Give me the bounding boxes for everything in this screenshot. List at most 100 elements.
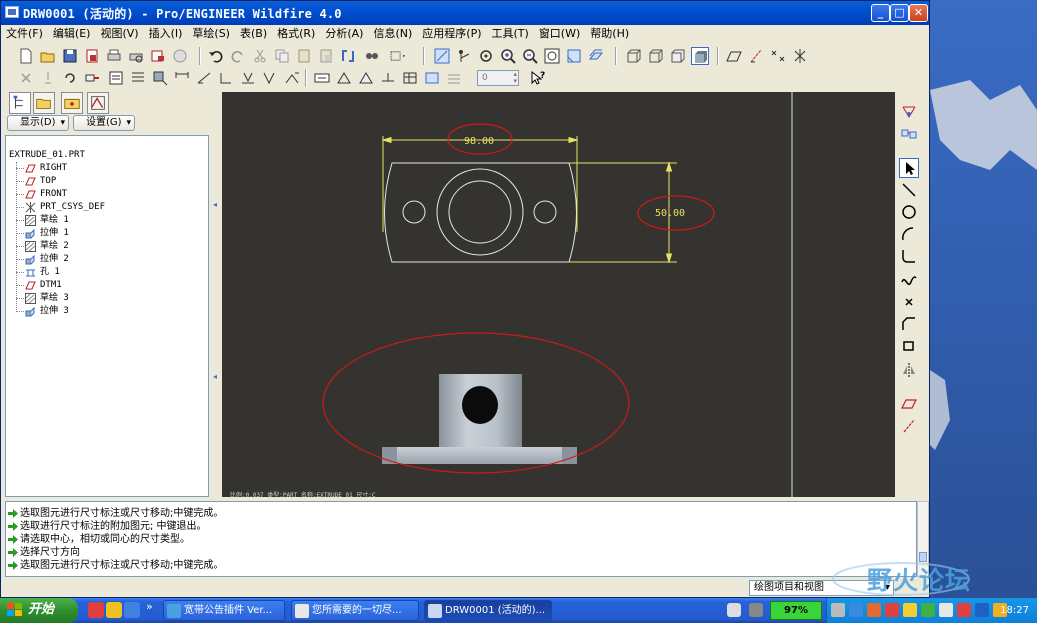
tray-security-icon[interactable] bbox=[885, 603, 899, 617]
quicklaunch-more-icon[interactable]: » bbox=[146, 600, 153, 613]
datum-symbol-icon[interactable] bbox=[335, 69, 353, 87]
task-browser[interactable]: 您所需要的一切尽... bbox=[291, 600, 419, 621]
panel-splitter[interactable]: ◂ ◂ bbox=[210, 92, 222, 497]
save-icon[interactable] bbox=[61, 47, 79, 65]
close-button[interactable]: ✕ bbox=[909, 4, 928, 22]
chamfer-tool-icon[interactable] bbox=[899, 314, 919, 334]
note-icon[interactable] bbox=[239, 69, 257, 87]
hidden-line-icon[interactable] bbox=[647, 47, 665, 65]
ref-dim-icon[interactable] bbox=[195, 69, 213, 87]
tray-app-icon[interactable] bbox=[867, 603, 881, 617]
dim-width-text[interactable]: 98.00 bbox=[464, 136, 494, 147]
menu-tools[interactable]: 工具(T) bbox=[487, 25, 534, 42]
battery-indicator[interactable]: 97% bbox=[770, 601, 822, 620]
title-bar[interactable]: DRW0001 (活动的) - Pro/ENGINEER Wildfire 4.… bbox=[1, 1, 929, 25]
saved-views-icon[interactable] bbox=[587, 47, 605, 65]
graphics-window[interactable]: 98.00 50.00 比例:0.037 类型:PART 名称:EXTRUDE_… bbox=[222, 92, 895, 499]
regenerate-icon[interactable] bbox=[339, 47, 357, 65]
point-tool-icon[interactable] bbox=[899, 292, 919, 312]
tab-favorites[interactable] bbox=[61, 92, 83, 114]
tray-network-icon[interactable] bbox=[831, 603, 845, 617]
save-copy-icon[interactable] bbox=[83, 47, 101, 65]
keyboard-icon[interactable] bbox=[727, 603, 741, 617]
tray-bluetooth-icon[interactable] bbox=[975, 603, 989, 617]
table-icon[interactable] bbox=[129, 69, 147, 87]
orient-mode-icon[interactable] bbox=[477, 47, 495, 65]
menu-edit[interactable]: 编辑(E) bbox=[48, 25, 96, 42]
selection-box-icon[interactable] bbox=[389, 47, 415, 65]
send-link-icon[interactable] bbox=[171, 47, 189, 65]
shading-icon[interactable] bbox=[691, 47, 709, 65]
tab-folder-browser[interactable] bbox=[33, 92, 55, 114]
datum-axes-icon[interactable] bbox=[747, 47, 765, 65]
print-icon[interactable] bbox=[105, 47, 123, 65]
view-icon[interactable] bbox=[151, 69, 169, 87]
find-icon[interactable] bbox=[363, 47, 381, 65]
paste-special-icon[interactable] bbox=[317, 47, 335, 65]
menu-format[interactable]: 格式(R) bbox=[272, 25, 320, 42]
quicklaunch-player-icon[interactable] bbox=[106, 602, 122, 618]
clock[interactable]: 18:27 bbox=[1000, 598, 1029, 623]
drawing-canvas[interactable]: 98.00 50.00 bbox=[222, 92, 895, 497]
menu-file[interactable]: 文件(F) bbox=[1, 25, 48, 42]
open-folder-icon[interactable] bbox=[39, 47, 57, 65]
select-arrow-icon[interactable] bbox=[899, 158, 919, 178]
menu-insert[interactable]: 插入(I) bbox=[144, 25, 188, 42]
mirror-tool-icon[interactable] bbox=[899, 360, 919, 380]
start-button[interactable]: 开始 bbox=[0, 598, 78, 623]
spline-tool-icon[interactable] bbox=[899, 270, 919, 290]
draft-axis-icon[interactable] bbox=[899, 416, 919, 436]
tray-im-icon[interactable] bbox=[939, 603, 953, 617]
send-mail-icon[interactable] bbox=[149, 47, 167, 65]
show-annotations-icon[interactable] bbox=[107, 69, 125, 87]
geom-tolerance-icon[interactable] bbox=[313, 69, 331, 87]
tray-update-icon[interactable] bbox=[921, 603, 935, 617]
collapse-arrow-icon[interactable]: ◂ bbox=[213, 372, 219, 382]
new-file-icon[interactable] bbox=[17, 47, 35, 65]
minimize-button[interactable]: _ bbox=[871, 4, 890, 22]
update-icon[interactable] bbox=[61, 69, 79, 87]
tab-model-tree[interactable] bbox=[9, 92, 31, 114]
paste-icon[interactable] bbox=[295, 47, 313, 65]
menu-table[interactable]: 表(B) bbox=[235, 25, 272, 42]
cross-section-icon[interactable] bbox=[423, 69, 441, 87]
collapse-arrow-icon[interactable]: ◂ bbox=[213, 200, 219, 210]
spinner-arrows-icon[interactable]: ▴ ▾ bbox=[513, 71, 517, 85]
draft-plane-icon[interactable] bbox=[899, 394, 919, 414]
maximize-button[interactable]: □ bbox=[890, 4, 909, 22]
task-broadband-plugin[interactable]: 宽带公告插件 Ver... bbox=[163, 600, 285, 621]
menu-analysis[interactable]: 分析(A) bbox=[320, 25, 368, 42]
line-tool-icon[interactable] bbox=[899, 180, 919, 200]
fillet-tool-icon[interactable] bbox=[899, 246, 919, 266]
task-proe[interactable]: DRW0001 (活动的)... bbox=[424, 600, 552, 621]
datum-planes-icon[interactable] bbox=[725, 47, 743, 65]
zoom-out-icon[interactable] bbox=[521, 47, 539, 65]
context-help-icon[interactable]: ? bbox=[529, 69, 547, 87]
cut-icon[interactable] bbox=[251, 47, 269, 65]
menu-applications[interactable]: 应用程序(P) bbox=[417, 25, 486, 42]
intent-manager-icon[interactable] bbox=[899, 124, 919, 144]
delete-x-icon[interactable] bbox=[17, 69, 35, 87]
dimension-new-icon[interactable] bbox=[173, 69, 191, 87]
tree-root[interactable]: EXTRUDE_01.PRT bbox=[9, 150, 85, 160]
surface-finish-icon[interactable] bbox=[283, 69, 301, 87]
menu-window[interactable]: 窗口(W) bbox=[534, 25, 585, 42]
print-preview-icon[interactable] bbox=[127, 47, 145, 65]
quicklaunch-browser-icon[interactable] bbox=[124, 602, 140, 618]
repaint-icon[interactable] bbox=[433, 47, 451, 65]
balloon-icon[interactable] bbox=[261, 69, 279, 87]
tray-volume-icon[interactable] bbox=[849, 603, 863, 617]
snap-icon[interactable] bbox=[899, 102, 919, 122]
datum-points-icon[interactable] bbox=[769, 47, 787, 65]
coord-sys-icon[interactable] bbox=[791, 47, 809, 65]
menu-info[interactable]: 信息(N) bbox=[368, 25, 417, 42]
tray-antivirus-icon[interactable] bbox=[957, 603, 971, 617]
erase-icon[interactable] bbox=[39, 69, 57, 87]
circle-tool-icon[interactable] bbox=[899, 202, 919, 222]
line-weight-spinner[interactable]: 0 ▴ ▾ bbox=[477, 70, 519, 86]
menu-help[interactable]: 帮助(H) bbox=[585, 25, 634, 42]
arc-tool-icon[interactable] bbox=[899, 224, 919, 244]
reorient-icon[interactable] bbox=[565, 47, 583, 65]
tab-connections[interactable] bbox=[87, 92, 109, 114]
wireframe-icon[interactable] bbox=[625, 47, 643, 65]
